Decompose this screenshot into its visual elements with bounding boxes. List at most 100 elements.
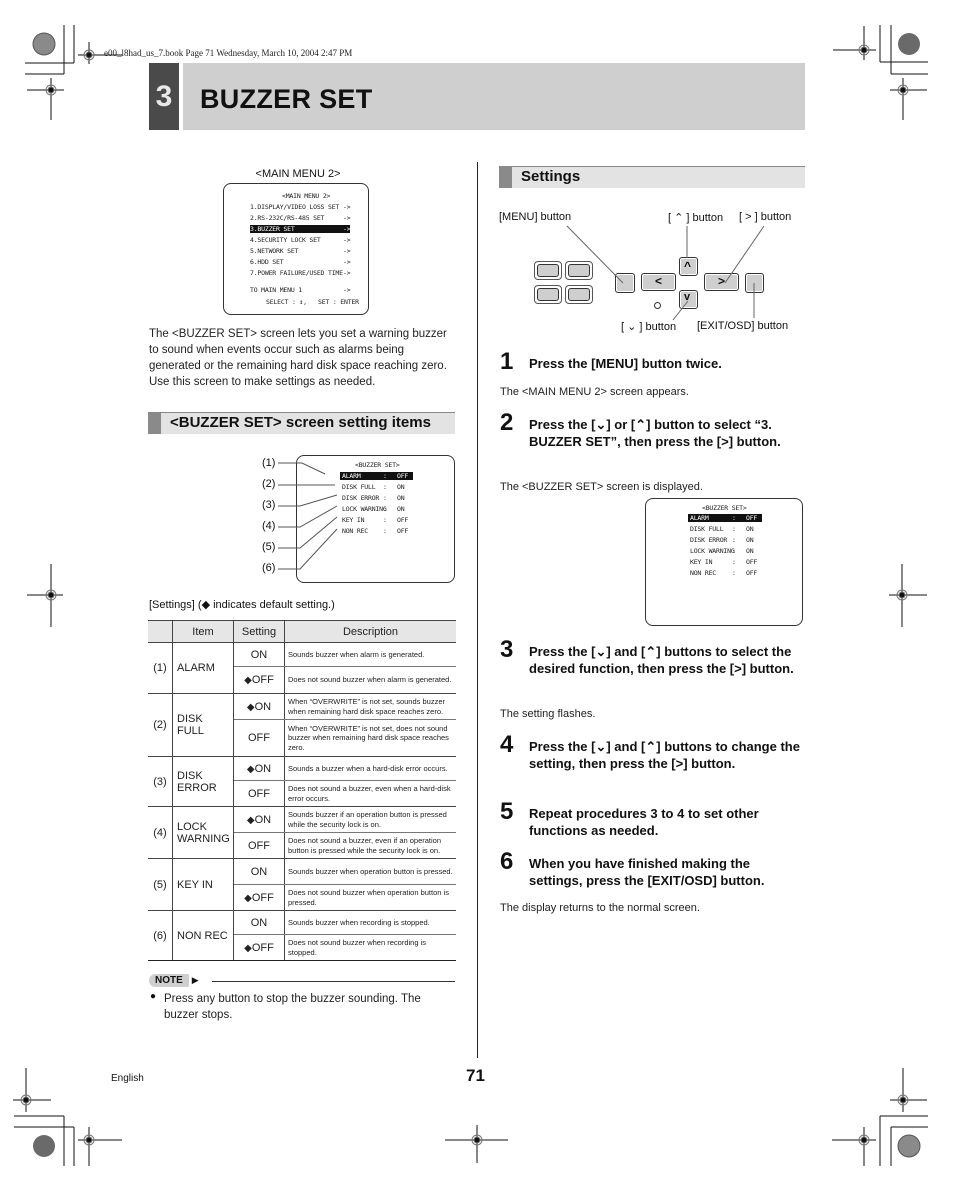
osd-separator: : bbox=[383, 527, 387, 535]
setting-label: ON bbox=[250, 648, 268, 661]
osd-setting-value[interactable]: ON bbox=[746, 547, 754, 555]
osd-menu-item[interactable]: 5.NETWORK SET bbox=[250, 247, 350, 255]
osd-menu-item[interactable]: 4.SECURITY LOCK SET bbox=[250, 236, 350, 244]
osd-setting-value[interactable]: OFF bbox=[746, 569, 757, 577]
osd-separator: : bbox=[732, 525, 736, 533]
item-number: (6) bbox=[148, 910, 173, 961]
table-row: (3) DISK ERROR ◆ON Sounds a buzzer when a h… bbox=[148, 756, 456, 807]
setting-value: OFF bbox=[233, 780, 285, 807]
step-instruction: When you have finished making the settin… bbox=[529, 856, 765, 888]
osd-setting-label: KEY IN bbox=[690, 558, 713, 566]
osd-setting-value[interactable]: ON bbox=[397, 483, 405, 491]
osd-menu-item[interactable]: 3.BUZZER SET bbox=[250, 225, 350, 233]
step-instruction: Repeat procedures 3 to 4 to set other fu… bbox=[529, 806, 759, 838]
setting-label: OFF bbox=[251, 674, 274, 686]
chapter-number: 3 bbox=[149, 63, 179, 130]
main-menu-caption: <MAIN MENU 2> bbox=[255, 168, 341, 180]
section-heading-items: <BUZZER SET> screen setting items bbox=[148, 412, 455, 434]
setting-label: ON bbox=[254, 762, 272, 775]
settings-default-note: [Settings] (◆ indicates default setting.… bbox=[149, 599, 335, 611]
callout-label: (6) bbox=[262, 562, 276, 574]
osd-back-label: TO MAIN MENU 1 bbox=[250, 286, 302, 294]
button-leader-lines bbox=[566, 225, 765, 321]
osd-menu-arrow: -> bbox=[343, 269, 351, 277]
osd-menu-item[interactable]: 2.RS-232C/RS-485 SET bbox=[250, 214, 350, 222]
osd-menu-item[interactable]: 7.POWER FAILURE/USED TIME bbox=[250, 269, 350, 277]
osd-title: <MAIN MENU 2> bbox=[282, 192, 331, 200]
osd-setting-label: DISK FULL bbox=[690, 525, 724, 533]
default-diamond-icon: ◆ bbox=[244, 675, 252, 686]
setting-value: ◆ON bbox=[233, 806, 285, 833]
osd-separator: : bbox=[732, 514, 736, 522]
setting-label: OFF bbox=[251, 891, 274, 904]
osd-separator: : bbox=[383, 494, 387, 502]
osd-setting-value[interactable]: OFF bbox=[746, 514, 757, 522]
section-tab bbox=[499, 167, 512, 188]
osd-setting-label: KEY IN bbox=[342, 516, 365, 524]
osd-setting-value[interactable]: ON bbox=[397, 494, 405, 502]
setting-value: ◆ON bbox=[233, 756, 285, 781]
osd-menu-arrow: -> bbox=[343, 258, 351, 266]
osd-menu-item[interactable]: 1.DISPLAY/VIDEO LOSS SET bbox=[250, 203, 350, 211]
default-diamond-icon: ◆ bbox=[246, 814, 255, 826]
setting-label: ON bbox=[254, 700, 272, 713]
page-number: 71 bbox=[466, 1066, 485, 1085]
section-tab bbox=[148, 413, 161, 434]
osd-setting-label: LOCK WARNING bbox=[690, 547, 735, 555]
setting-value: ON bbox=[233, 642, 285, 667]
item-number: (5) bbox=[148, 858, 173, 911]
osd-setting-label: NON REC bbox=[342, 527, 368, 535]
note-header: NOTE ▶ bbox=[149, 974, 199, 987]
setting-description: Does not sound a buzzer, even when a har… bbox=[284, 780, 456, 807]
intro-paragraph: The <BUZZER SET> screen lets you set a w… bbox=[149, 328, 447, 388]
osd-menu-arrow: -> bbox=[343, 236, 351, 244]
step-number: 1 bbox=[500, 348, 514, 375]
buzzer-set-screen: <BUZZER SET> ALARM: OFF DISK FULL: ON DISK E… bbox=[645, 498, 803, 626]
osd-setting-value[interactable]: OFF bbox=[397, 472, 408, 480]
setting-value: ON bbox=[233, 910, 285, 935]
main-menu-2-screen: <MAIN MENU 2> 1.DISPLAY/VIDEO LOSS SET ->… bbox=[223, 183, 369, 315]
callout-label: (5) bbox=[262, 541, 276, 553]
setting-value: ◆OFF bbox=[233, 666, 285, 694]
osd-setting-label: DISK FULL bbox=[342, 483, 376, 491]
section-heading-text: <BUZZER SET> screen setting items bbox=[170, 414, 431, 431]
note-badge: NOTE bbox=[149, 974, 189, 987]
step-instruction: Press the [⌄] and [⌃] buttons to change … bbox=[529, 739, 800, 771]
setting-description: Does not sound buzzer when operation but… bbox=[284, 884, 456, 911]
osd-setting-value[interactable]: ON bbox=[746, 536, 754, 544]
setting-description: Does not sound buzzer when recording is … bbox=[284, 934, 456, 961]
item-name: ALARM bbox=[172, 642, 234, 694]
osd-setting-value[interactable]: ON bbox=[397, 505, 405, 513]
setting-value: ◆OFF bbox=[233, 934, 285, 961]
step-result: The <BUZZER SET> screen is displayed. bbox=[500, 481, 703, 493]
setting-value: OFF bbox=[233, 719, 285, 757]
setting-description: Sounds buzzer when recording is stopped. bbox=[284, 910, 456, 935]
item-name: LOCK WARNING bbox=[172, 806, 234, 859]
item-name: DISK ERROR bbox=[172, 756, 234, 807]
setting-label: ON bbox=[254, 813, 272, 826]
setting-description: Sounds buzzer when operation button is p… bbox=[284, 858, 456, 885]
osd-setting-label: LOCK WARNING bbox=[342, 505, 387, 513]
callout-label: (2) bbox=[262, 478, 276, 490]
setting-label: OFF bbox=[248, 839, 270, 852]
setting-label: OFF bbox=[248, 787, 270, 800]
osd-setting-value[interactable]: ON bbox=[746, 525, 754, 533]
item-number: (3) bbox=[148, 756, 173, 807]
header-description: Description bbox=[284, 620, 456, 643]
setting-value: ON bbox=[233, 858, 285, 885]
osd-menu-item[interactable]: 6.HDD SET bbox=[250, 258, 350, 266]
osd-setting-value[interactable]: OFF bbox=[397, 527, 408, 535]
step-number: 6 bbox=[500, 848, 514, 875]
setting-description: Sounds a buzzer when a hard-disk error o… bbox=[284, 756, 456, 781]
step-number: 4 bbox=[500, 731, 514, 758]
book-metadata-line: e00_l8had_us_7.book Page 71 Wednesday, M… bbox=[104, 48, 353, 58]
osd-setting-value[interactable]: OFF bbox=[397, 516, 408, 524]
osd-back-arrow: -> bbox=[343, 286, 351, 294]
bullet-icon: ● bbox=[150, 991, 157, 1002]
setting-value: ◆ON bbox=[233, 693, 285, 720]
osd-setting-value[interactable]: OFF bbox=[746, 558, 757, 566]
section-heading-settings: Settings bbox=[499, 166, 805, 188]
step-result: The display returns to the normal screen… bbox=[500, 902, 700, 914]
item-number: (1) bbox=[148, 642, 173, 694]
setting-label: ON bbox=[250, 916, 268, 929]
